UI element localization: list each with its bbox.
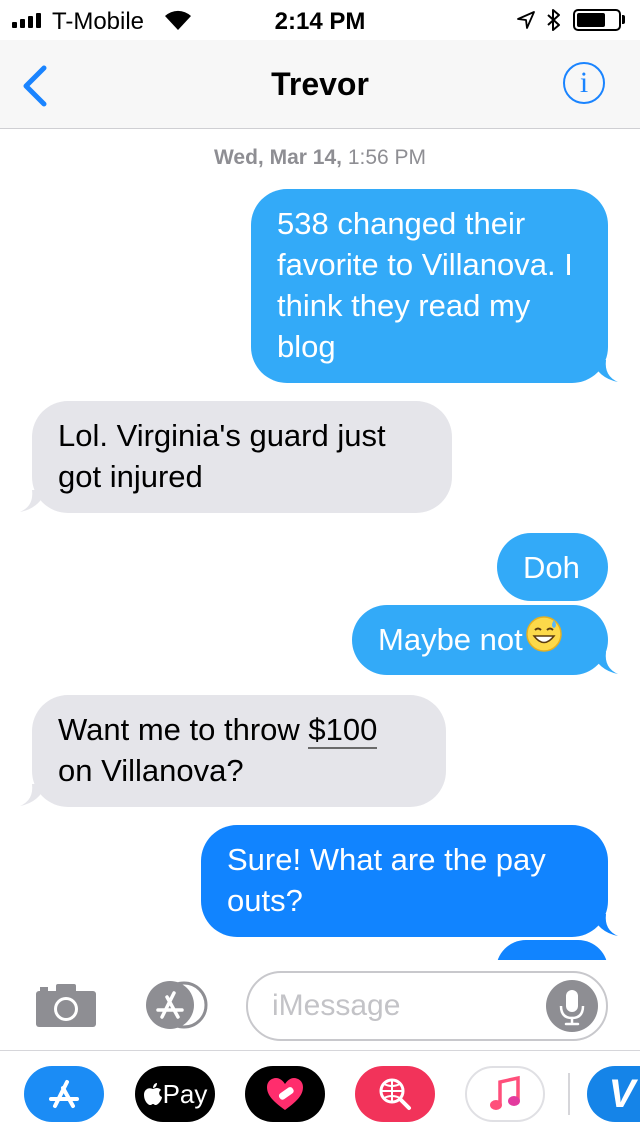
message-text: Doh	[523, 550, 580, 585]
app-store-icon	[49, 1080, 79, 1108]
camera-icon[interactable]	[34, 981, 98, 1029]
message-text: Maybe not	[378, 622, 523, 657]
bluetooth-icon	[547, 9, 560, 31]
received-bubble-tail	[20, 784, 46, 806]
received-message-bubble[interactable]: Want me to throw $100 on Villanova?	[32, 695, 446, 807]
music-note-icon	[490, 1075, 520, 1110]
globe-search-icon	[379, 1078, 411, 1110]
image-search-app-button[interactable]	[355, 1066, 435, 1122]
money-data-detector-link[interactable]: $100	[308, 712, 378, 749]
sent-bubble-tail	[592, 652, 618, 674]
message-composer: iMessage	[0, 960, 640, 1050]
sent-message-bubble[interactable]: Maybe not	[352, 605, 608, 675]
digital-touch-app-button[interactable]	[245, 1066, 325, 1122]
message-text-before: Want me to throw	[58, 712, 309, 747]
sent-bubble-tail	[592, 360, 618, 382]
received-bubble-tail	[20, 490, 46, 512]
received-message-bubble[interactable]: Lol. Virginia's guard just got injured	[32, 401, 452, 513]
heart-icon	[267, 1078, 303, 1110]
app-store-drawer-icon[interactable]	[140, 979, 212, 1031]
battery-icon	[573, 9, 621, 31]
apple-pay-label: Pay	[162, 1078, 208, 1109]
imessage-input[interactable]: iMessage	[246, 971, 608, 1041]
info-icon[interactable]: i	[563, 62, 605, 104]
apple-logo-icon	[143, 1083, 162, 1105]
app-store-app-button[interactable]	[24, 1066, 104, 1122]
grinning-sweat-emoji-icon	[525, 615, 563, 663]
battery-cap	[622, 15, 625, 24]
conversation-timestamp: Wed, Mar 14, 1:56 PM	[0, 146, 640, 170]
imessage-app-drawer: Pay V	[0, 1050, 640, 1137]
status-bar: T-Mobile 2:14 PM	[0, 0, 640, 40]
clock: 2:14 PM	[274, 8, 366, 35]
message-text: Sure! What are the pay outs?	[227, 842, 546, 918]
drawer-divider	[568, 1073, 570, 1115]
venmo-app-button[interactable]: V	[587, 1066, 640, 1122]
sent-message-bubble[interactable]: 538 changed their favorite to Villanova.…	[251, 189, 608, 383]
microphone-button[interactable]	[546, 980, 598, 1032]
sent-message-bubble[interactable]: Sure! What are the pay outs?	[201, 825, 608, 937]
contact-name[interactable]: Trevor	[0, 66, 640, 103]
microphone-icon	[559, 990, 585, 1026]
music-app-button[interactable]	[465, 1066, 545, 1122]
sent-bubble-tail	[592, 914, 618, 936]
message-text: Lol. Virginia's guard just got injured	[58, 418, 386, 494]
navigation-bar: Trevor i	[0, 40, 640, 129]
message-text: 538 changed their favorite to Villanova.…	[277, 206, 573, 364]
imessage-placeholder: iMessage	[272, 989, 401, 1022]
location-arrow-icon	[517, 11, 535, 29]
timestamp-time: 1:56 PM	[347, 146, 427, 169]
venmo-letter: V	[608, 1071, 636, 1116]
timestamp-day: Wed, Mar 14,	[213, 146, 342, 169]
message-text-after: on Villanova?	[58, 753, 244, 788]
sent-message-bubble[interactable]: Doh	[497, 533, 608, 601]
apple-pay-app-button[interactable]: Pay	[135, 1066, 215, 1122]
